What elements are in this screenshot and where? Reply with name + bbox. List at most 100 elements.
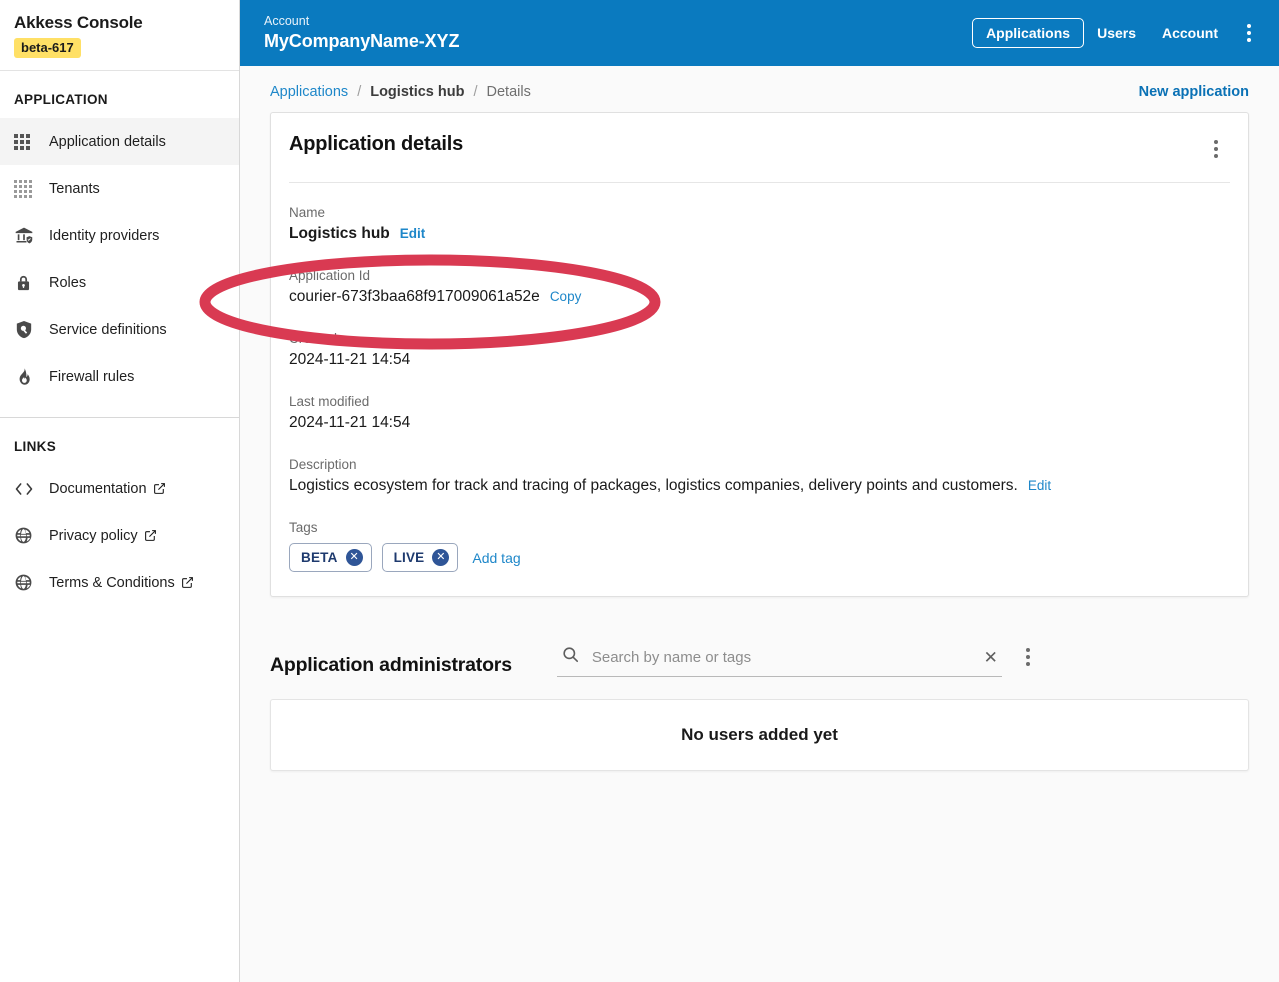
tag-label: BETA (301, 550, 338, 565)
sidebar-item-application-details[interactable]: Application details (0, 118, 239, 165)
field-label: Last modified (289, 393, 1230, 411)
sidebar-item-privacy-policy[interactable]: Privacy policy (0, 512, 239, 559)
empty-state-message: No users added yet (681, 725, 838, 745)
external-link-icon (144, 529, 157, 542)
account-block: Account MyCompanyName-XYZ (264, 14, 972, 53)
tag-label: LIVE (394, 550, 425, 565)
sidebar-item-firewall-rules[interactable]: Firewall rules (0, 353, 239, 400)
account-name: MyCompanyName-XYZ (264, 29, 972, 53)
sidebar-item-documentation[interactable]: Documentation (0, 465, 239, 512)
sidebar-item-text: Documentation (49, 481, 147, 497)
field-value: courier-673f3baa68f917009061a52e (289, 285, 540, 309)
search-input[interactable] (592, 649, 972, 666)
sidebar-section-application: APPLICATION (0, 71, 239, 118)
sidebar-item-label: Firewall rules (49, 369, 134, 385)
remove-tag-icon[interactable]: ✕ (432, 549, 449, 566)
sidebar-item-label: Roles (49, 275, 86, 291)
breadcrumb: Applications / Logistics hub / Details (270, 84, 1139, 100)
field-value-row: Logistics ecosystem for track and tracin… (289, 474, 1230, 498)
sidebar-item-text: Privacy policy (49, 528, 138, 544)
app-root: Akkess Console beta-617 APPLICATION Appl… (0, 0, 1279, 982)
external-link-icon (153, 482, 166, 495)
close-icon[interactable]: ✕ (984, 649, 998, 666)
globe-icon (14, 525, 40, 547)
brand-block: Akkess Console beta-617 (0, 0, 239, 71)
sidebar-item-label: Tenants (49, 181, 100, 197)
dot-matrix-icon (14, 178, 40, 200)
field-label: Created (289, 330, 1230, 348)
top-nav: Applications Users Account (972, 17, 1263, 49)
field-label: Application Id (289, 267, 1230, 285)
edit-name-link[interactable]: Edit (400, 222, 426, 246)
sidebar-item-label: Identity providers (49, 228, 159, 244)
field-label: Tags (289, 519, 1230, 537)
top-bar: Account MyCompanyName-XYZ Applications U… (240, 0, 1279, 66)
kebab-menu-icon[interactable] (1235, 17, 1263, 49)
remove-tag-icon[interactable]: ✕ (346, 549, 363, 566)
external-link-icon (181, 576, 194, 589)
sidebar-item-tenants[interactable]: Tenants (0, 165, 239, 212)
sidebar-item-text: Terms & Conditions (49, 575, 175, 591)
edit-description-link[interactable]: Edit (1028, 474, 1051, 498)
field-value-row: courier-673f3baa68f917009061a52e Copy (289, 285, 1230, 309)
bank-shield-icon (14, 225, 40, 247)
code-brackets-icon (14, 478, 40, 500)
sidebar-item-label: Terms & Conditions (49, 575, 194, 591)
administrators-header: Application administrators ✕ (270, 641, 1249, 677)
sidebar-item-label: Application details (49, 134, 166, 150)
sidebar-item-terms-and-conditions[interactable]: Terms & Conditions (0, 559, 239, 606)
field-value-row: 2024-11-21 14:54 (289, 348, 1230, 372)
field-value: 2024-11-21 14:54 (289, 348, 410, 372)
field-last-modified: Last modified 2024-11-21 14:54 (289, 372, 1230, 435)
lock-icon (14, 272, 40, 294)
breadcrumb-separator: / (473, 84, 477, 100)
field-name: Name Logistics hub Edit (289, 183, 1230, 246)
field-label: Description (289, 456, 1230, 474)
field-value-row: 2024-11-21 14:54 (289, 411, 1230, 435)
sidebar-item-service-definitions[interactable]: Service definitions (0, 306, 239, 353)
administrators-title: Application administrators (270, 654, 512, 677)
field-value: Logistics hub (289, 222, 390, 246)
sidebar-item-roles[interactable]: Roles (0, 259, 239, 306)
breadcrumb-logistics-hub[interactable]: Logistics hub (370, 84, 464, 100)
field-description: Description Logistics ecosystem for trac… (289, 435, 1230, 498)
administrators-kebab-menu-icon[interactable] (1014, 641, 1042, 673)
new-application-button[interactable]: New application (1139, 84, 1249, 100)
sidebar-item-label: Service definitions (49, 322, 167, 338)
page-title: Application details (289, 133, 1198, 156)
breadcrumb-details: Details (487, 84, 531, 100)
field-tags: Tags BETA ✕ LIVE ✕ Add tag (289, 498, 1230, 572)
field-application-id: Application Id courier-673f3baa68f917009… (289, 246, 1230, 309)
field-value-row: Logistics hub Edit (289, 222, 1230, 246)
sidebar-item-label: Privacy policy (49, 528, 157, 544)
shield-search-icon (14, 319, 40, 341)
field-created: Created 2024-11-21 14:54 (289, 309, 1230, 372)
tag-chip-beta: BETA ✕ (289, 543, 372, 572)
breadcrumb-bar: Applications / Logistics hub / Details N… (270, 66, 1249, 112)
card-header: Application details (289, 133, 1230, 165)
breadcrumb-separator: / (357, 84, 361, 100)
globe-icon (14, 572, 40, 594)
version-badge: beta-617 (14, 38, 81, 58)
copy-application-id-link[interactable]: Copy (550, 285, 582, 309)
tags-list: BETA ✕ LIVE ✕ Add tag (289, 543, 1230, 572)
application-details-card: Application details Name Logistics hub E… (270, 112, 1249, 597)
grid-icon (14, 131, 40, 153)
field-label: Name (289, 204, 1230, 222)
brand-title: Akkess Console (14, 12, 223, 34)
search-icon (561, 645, 580, 669)
content-area: Applications / Logistics hub / Details N… (240, 66, 1279, 982)
main-area: Account MyCompanyName-XYZ Applications U… (240, 0, 1279, 982)
field-value: 2024-11-21 14:54 (289, 411, 410, 435)
tag-chip-live: LIVE ✕ (382, 543, 459, 572)
top-nav-account[interactable]: Account (1149, 19, 1231, 47)
sidebar-item-identity-providers[interactable]: Identity providers (0, 212, 239, 259)
top-nav-users[interactable]: Users (1084, 19, 1149, 47)
add-tag-button[interactable]: Add tag (472, 550, 520, 566)
flame-icon (14, 366, 40, 388)
top-nav-applications[interactable]: Applications (972, 18, 1084, 48)
administrators-empty-state: No users added yet (270, 699, 1249, 771)
field-value: Logistics ecosystem for track and tracin… (289, 474, 1018, 498)
card-kebab-menu-icon[interactable] (1202, 133, 1230, 165)
breadcrumb-applications[interactable]: Applications (270, 84, 348, 100)
